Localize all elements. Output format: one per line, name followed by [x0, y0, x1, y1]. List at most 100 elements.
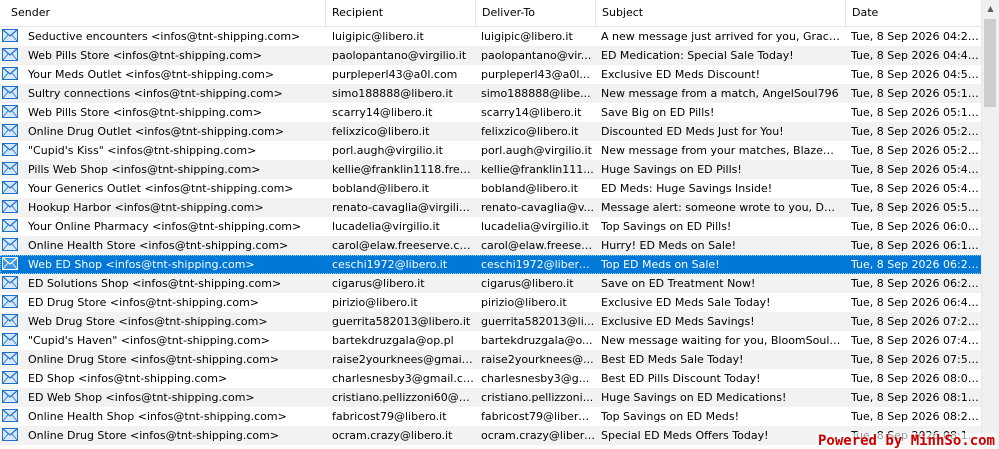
message-deliver-to: bartekdruzgala@o... — [481, 334, 593, 347]
message-date: Tue, 8 Sep 2026 08:11:52 ... — [851, 391, 982, 404]
message-date: Tue, 8 Sep 2026 06:48:58 ... — [851, 296, 982, 309]
message-date: Tue, 8 Sep 2026 05:27:40 ... — [851, 144, 982, 157]
column-header-date[interactable]: Date — [846, 0, 982, 26]
message-subject: Special ED Meds Offers Today! — [601, 429, 769, 442]
envelope-icon — [2, 407, 24, 426]
scroll-up-arrow-icon[interactable]: ▲ — [982, 0, 999, 17]
message-sender: Web Drug Store <infos@tnt-shipping.com> — [28, 315, 268, 328]
message-subject: ED Medication: Special Sale Today! — [601, 49, 794, 62]
message-row[interactable]: Sultry connections <infos@tnt-shipping.c… — [0, 84, 982, 103]
message-row[interactable]: Online Drug Store <infos@tnt-shipping.co… — [0, 350, 982, 369]
message-subject: Exclusive ED Meds Sale Today! — [601, 296, 771, 309]
message-row[interactable]: Web Pills Store <infos@tnt-shipping.com>… — [0, 46, 982, 65]
message-row[interactable]: Seductive encounters <infos@tnt-shipping… — [0, 27, 982, 46]
message-subject: Huge Savings on ED Medications! — [601, 391, 787, 404]
message-date: Tue, 8 Sep 2026 05:15:13 ... — [851, 87, 982, 100]
message-date: Tue, 8 Sep 2026 07:48:09 ... — [851, 334, 982, 347]
message-sender: "Cupid's Kiss" <infos@tnt-shipping.com> — [28, 144, 257, 157]
message-subject: Hurry! ED Meds on Sale! — [601, 239, 737, 252]
message-recipient: raise2yourknees@gmail.c... — [332, 353, 475, 366]
message-date: Tue, 8 Sep 2026 04:23:25 ... — [851, 30, 982, 43]
message-sender: Online Drug Store <infos@tnt-shipping.co… — [28, 353, 280, 366]
message-recipient: cristiano.pellizzoni60@g... — [332, 391, 475, 404]
message-recipient: bobland@libero.it — [332, 182, 429, 195]
envelope-icon — [2, 198, 24, 217]
message-row[interactable]: ED Drug Store <infos@tnt-shipping.com> pi… — [0, 293, 982, 312]
message-deliver-to: ceschi1972@libero.it — [481, 258, 595, 271]
vertical-scrollbar[interactable]: ▲ — [981, 0, 999, 449]
message-deliver-to: cigarus@libero.it — [481, 277, 574, 290]
column-header-recipient[interactable]: Recipient — [326, 0, 476, 26]
message-sender: Web ED Shop <infos@tnt-shipping.com> — [28, 258, 255, 271]
message-deliver-to: raise2yourknees@... — [481, 353, 594, 366]
message-row[interactable]: Your Generics Outlet <infos@tnt-shipping… — [0, 179, 982, 198]
envelope-icon — [2, 122, 24, 141]
message-row[interactable]: Web Drug Store <infos@tnt-shipping.com> g… — [0, 312, 982, 331]
envelope-icon — [2, 65, 24, 84]
message-sender: Your Meds Outlet <infos@tnt-shipping.com… — [28, 68, 275, 81]
message-subject: Best ED Pills Discount Today! — [601, 372, 761, 385]
message-date: Tue, 8 Sep 2026 06:28:52 ... — [851, 277, 982, 290]
message-recipient: fabricost79@libero.it — [332, 410, 447, 423]
envelope-icon — [2, 103, 24, 122]
message-sender: ED Solutions Shop <infos@tnt-shipping.co… — [28, 277, 282, 290]
envelope-icon — [2, 426, 24, 445]
message-date: Tue, 8 Sep 2026 08:20:50 ... — [851, 410, 982, 423]
message-sender: ED Shop <infos@tnt-shipping.com> — [28, 372, 228, 385]
envelope-icon — [2, 369, 24, 388]
message-deliver-to: luigipic@libero.it — [481, 30, 573, 43]
message-deliver-to: paolopantano@vir... — [481, 49, 592, 62]
message-date: Tue, 8 Sep 2026 06:19:12 ... — [851, 239, 982, 252]
message-row[interactable]: Your Online Pharmacy <infos@tnt-shipping… — [0, 217, 982, 236]
watermark: Powered by MinhSo.com — [815, 433, 997, 449]
envelope-icon — [2, 274, 24, 293]
message-row[interactable]: ED Shop <infos@tnt-shipping.com> charlesn… — [0, 369, 982, 388]
message-row[interactable]: ED Web Shop <infos@tnt-shipping.com> cris… — [0, 388, 982, 407]
column-header-subject[interactable]: Subject — [596, 0, 846, 26]
message-recipient: carol@elaw.freeserve.co... — [332, 239, 475, 252]
message-sender: Your Online Pharmacy <infos@tnt-shipping… — [28, 220, 302, 233]
message-date: Tue, 8 Sep 2026 05:44:43 ... — [851, 163, 982, 176]
message-date: Tue, 8 Sep 2026 06:02:35 ... — [851, 220, 982, 233]
message-subject: Discounted ED Meds Just for You! — [601, 125, 784, 138]
message-sender: Online Drug Store <infos@tnt-shipping.co… — [28, 429, 280, 442]
envelope-icon — [2, 255, 24, 274]
message-recipient: cigarus@libero.it — [332, 277, 425, 290]
message-sender: Web Pills Store <infos@tnt-shipping.com> — [28, 106, 262, 119]
message-deliver-to: renato-cavaglia@v... — [481, 201, 594, 214]
message-recipient: kellie@franklin1118.free... — [332, 163, 475, 176]
message-subject: Top Savings on ED Meds! — [601, 410, 740, 423]
message-recipient: simo188888@libero.it — [332, 87, 453, 100]
message-deliver-to: cristiano.pellizzoni... — [481, 391, 594, 404]
message-subject: ED Meds: Huge Savings Inside! — [601, 182, 773, 195]
message-row[interactable]: Online Health Shop <infos@tnt-shipping.c… — [0, 407, 982, 426]
message-row[interactable]: ED Solutions Shop <infos@tnt-shipping.co… — [0, 274, 982, 293]
message-row[interactable]: Online Health Store <infos@tnt-shipping.… — [0, 236, 982, 255]
message-sender: Pills Web Shop <infos@tnt-shipping.com> — [28, 163, 261, 176]
message-recipient: paolopantano@virgilio.it — [332, 49, 467, 62]
message-sender: Online Health Store <infos@tnt-shipping.… — [28, 239, 289, 252]
message-row[interactable]: "Cupid's Haven" <infos@tnt-shipping.com>… — [0, 331, 982, 350]
message-recipient: renato-cavaglia@virgilio... — [332, 201, 475, 214]
message-list: Seductive encounters <infos@tnt-shipping… — [0, 27, 982, 449]
envelope-icon — [2, 331, 24, 350]
message-row[interactable]: "Cupid's Kiss" <infos@tnt-shipping.com> p… — [0, 141, 982, 160]
message-row-selected[interactable]: Web ED Shop <infos@tnt-shipping.com> cesc… — [0, 255, 982, 274]
column-header-sender[interactable]: Sender — [0, 0, 326, 26]
message-subject: Save on ED Treatment Now! — [601, 277, 756, 290]
message-row[interactable]: Your Meds Outlet <infos@tnt-shipping.com… — [0, 65, 982, 84]
message-subject: Exclusive ED Meds Savings! — [601, 315, 755, 328]
message-row[interactable]: Online Drug Outlet <infos@tnt-shipping.c… — [0, 122, 982, 141]
message-deliver-to: pirizio@libero.it — [481, 296, 567, 309]
message-subject: Exclusive ED Meds Discount! — [601, 68, 760, 81]
envelope-icon — [2, 293, 24, 312]
message-sender: ED Web Shop <infos@tnt-shipping.com> — [28, 391, 255, 404]
message-date: Tue, 8 Sep 2026 07:53:40 ... — [851, 353, 982, 366]
column-header-deliver-to[interactable]: Deliver-To — [476, 0, 596, 26]
message-subject: New message waiting for you, BloomSoul26… — [601, 334, 841, 347]
message-row[interactable]: Pills Web Shop <infos@tnt-shipping.com> k… — [0, 160, 982, 179]
message-row[interactable]: Hookup Harbor <infos@tnt-shipping.com> re… — [0, 198, 982, 217]
message-row[interactable]: Web Pills Store <infos@tnt-shipping.com>… — [0, 103, 982, 122]
message-subject: Huge Savings on ED Pills! — [601, 163, 742, 176]
scrollbar-thumb[interactable] — [984, 19, 996, 107]
